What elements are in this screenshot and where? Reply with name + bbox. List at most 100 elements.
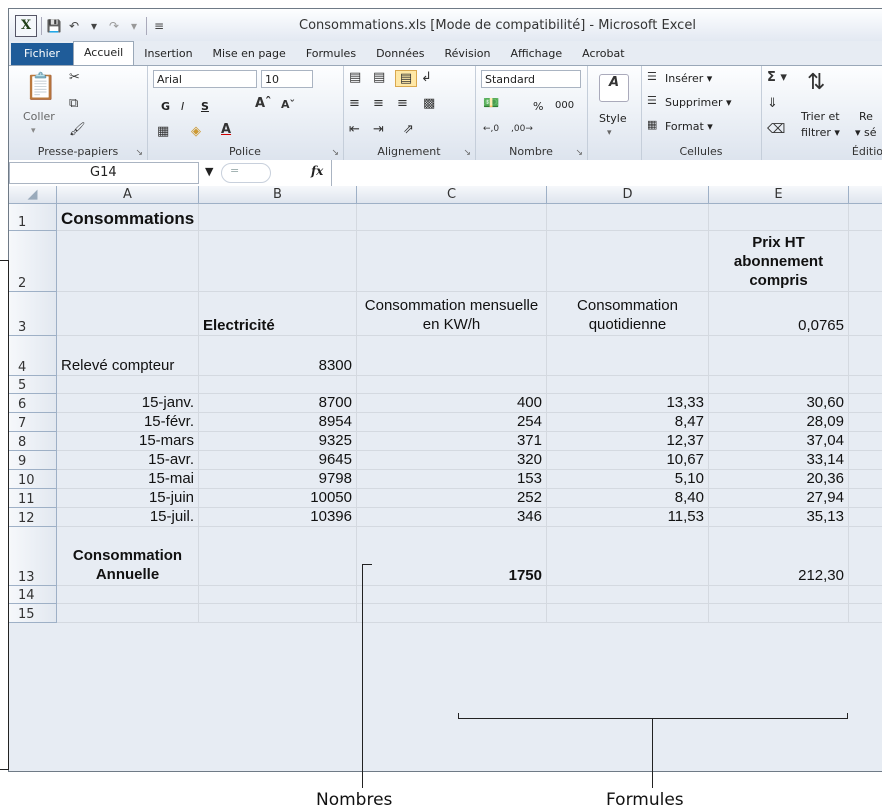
cell-d12[interactable]: 11,53 bbox=[547, 508, 709, 527]
font-color-icon[interactable]: A bbox=[221, 122, 231, 137]
dialog-launcher-icon[interactable]: ↘ bbox=[463, 148, 471, 158]
cell-d10[interactable]: 5,10 bbox=[547, 470, 709, 489]
cell-c6[interactable]: 400 bbox=[357, 394, 547, 413]
cell-c9[interactable]: 320 bbox=[357, 451, 547, 470]
cell-a12[interactable]: 15-juil. bbox=[57, 508, 199, 527]
cell-c12[interactable]: 346 bbox=[357, 508, 547, 527]
borders-icon[interactable]: ▦ bbox=[157, 124, 169, 139]
insert-button[interactable]: Insérer ▾ bbox=[665, 72, 712, 85]
cell-c3[interactable]: Consommation mensuelle en KW/h bbox=[357, 292, 547, 336]
row-header-15[interactable]: 15 bbox=[9, 604, 57, 623]
cell-d13[interactable] bbox=[547, 527, 709, 586]
cell-a3[interactable] bbox=[57, 292, 199, 336]
clear-icon[interactable]: ⌫ bbox=[767, 122, 785, 137]
row-header-13[interactable]: 13 bbox=[9, 527, 57, 586]
cell-b15[interactable] bbox=[199, 604, 357, 623]
delete-button[interactable]: Supprimer ▾ bbox=[665, 96, 732, 109]
decrease-decimal-icon[interactable]: ,00→ bbox=[511, 124, 533, 134]
fill-color-icon[interactable]: ◈ bbox=[191, 124, 201, 139]
dialog-launcher-icon[interactable]: ↘ bbox=[135, 148, 143, 158]
cell-e10[interactable]: 20,36 bbox=[709, 470, 849, 489]
undo-icon[interactable]: ↶ bbox=[66, 17, 82, 35]
cell-b1[interactable] bbox=[199, 204, 357, 231]
row-header-11[interactable]: 11 bbox=[9, 489, 57, 508]
dialog-launcher-icon[interactable]: ↘ bbox=[331, 148, 339, 158]
paste-button[interactable]: Coller bbox=[23, 110, 55, 123]
row-header-4[interactable]: 4 bbox=[9, 336, 57, 376]
insert-cells-icon[interactable]: ☰ bbox=[647, 70, 657, 83]
underline-button[interactable]: S bbox=[201, 100, 209, 113]
cell-c10[interactable]: 153 bbox=[357, 470, 547, 489]
dropdown-arrow-icon[interactable]: ▾ bbox=[607, 128, 612, 138]
cell-f13[interactable] bbox=[849, 527, 882, 586]
cell-c8[interactable]: 371 bbox=[357, 432, 547, 451]
cell-d7[interactable]: 8,47 bbox=[547, 413, 709, 432]
align-middle-icon[interactable]: ▤ bbox=[373, 70, 385, 85]
delete-cells-icon[interactable]: ☰ bbox=[647, 94, 657, 107]
cell-f3[interactable] bbox=[849, 292, 882, 336]
align-left-icon[interactable]: ≡ bbox=[349, 96, 360, 111]
row-header-14[interactable]: 14 bbox=[9, 586, 57, 604]
cell-b9[interactable]: 9645 bbox=[199, 451, 357, 470]
cell-f15[interactable] bbox=[849, 604, 882, 623]
cell-c7[interactable]: 254 bbox=[357, 413, 547, 432]
accounting-format-icon[interactable]: 💵 bbox=[483, 96, 499, 111]
cell-e4[interactable] bbox=[709, 336, 849, 376]
excel-app-icon[interactable]: X bbox=[15, 15, 37, 37]
cell-f7[interactable] bbox=[849, 413, 882, 432]
name-box[interactable]: G14 bbox=[9, 162, 199, 184]
cell-e1[interactable] bbox=[709, 204, 849, 231]
cell-e8[interactable]: 37,04 bbox=[709, 432, 849, 451]
tab-affichage[interactable]: Affichage bbox=[500, 43, 572, 65]
cell-b6[interactable]: 8700 bbox=[199, 394, 357, 413]
sort-filter-button[interactable]: Trier et bbox=[801, 110, 840, 123]
cell-b13[interactable] bbox=[199, 527, 357, 586]
column-header-b[interactable]: B bbox=[199, 186, 357, 204]
tab-acrobat[interactable]: Acrobat bbox=[572, 43, 634, 65]
cell-a5[interactable] bbox=[57, 376, 199, 394]
font-size-select[interactable]: 10 bbox=[261, 70, 313, 88]
column-header-d[interactable]: D bbox=[547, 186, 709, 204]
cell-e7[interactable]: 28,09 bbox=[709, 413, 849, 432]
tab-accueil[interactable]: Accueil bbox=[72, 41, 135, 65]
row-header-10[interactable]: 10 bbox=[9, 470, 57, 489]
redo-icon[interactable]: ↷ bbox=[106, 17, 122, 35]
cell-e9[interactable]: 33,14 bbox=[709, 451, 849, 470]
cell-f1[interactable] bbox=[849, 204, 882, 231]
cell-d3[interactable]: Consommation quotidienne bbox=[547, 292, 709, 336]
column-header-e[interactable]: E bbox=[709, 186, 849, 204]
cut-icon[interactable]: ✂ bbox=[69, 70, 80, 85]
cell-b3[interactable]: Electricité bbox=[199, 292, 357, 336]
cell-e12[interactable]: 35,13 bbox=[709, 508, 849, 527]
cell-d14[interactable] bbox=[547, 586, 709, 604]
cell-e11[interactable]: 27,94 bbox=[709, 489, 849, 508]
align-right-icon[interactable]: ≡ bbox=[397, 96, 408, 111]
insert-function-button[interactable]: fx bbox=[311, 164, 323, 178]
cell-d15[interactable] bbox=[547, 604, 709, 623]
cell-d11[interactable]: 8,40 bbox=[547, 489, 709, 508]
cell-c1[interactable] bbox=[357, 204, 547, 231]
italic-button[interactable]: I bbox=[181, 100, 184, 113]
percent-button[interactable]: % bbox=[533, 100, 543, 113]
row-header-12[interactable]: 12 bbox=[9, 508, 57, 527]
tab-formules[interactable]: Formules bbox=[296, 43, 366, 65]
row-header-8[interactable]: 8 bbox=[9, 432, 57, 451]
cell-e2[interactable]: Prix HT abonnement compris bbox=[709, 231, 849, 292]
cell-f5[interactable] bbox=[849, 376, 882, 394]
font-name-select[interactable]: Arial bbox=[153, 70, 257, 88]
number-format-select[interactable]: Standard bbox=[481, 70, 581, 88]
filter-label[interactable]: filtrer ▾ bbox=[801, 126, 840, 139]
formula-input[interactable] bbox=[333, 162, 882, 184]
cell-e5[interactable] bbox=[709, 376, 849, 394]
bold-button[interactable]: G bbox=[161, 100, 170, 113]
row-header-3[interactable]: 3 bbox=[9, 292, 57, 336]
autosum-icon[interactable]: Σ ▾ bbox=[767, 70, 787, 85]
wrap-text-icon[interactable]: ↲ bbox=[421, 70, 432, 85]
cell-a9[interactable]: 15-avr. bbox=[57, 451, 199, 470]
cell-b4[interactable]: 8300 bbox=[199, 336, 357, 376]
cell-e15[interactable] bbox=[709, 604, 849, 623]
find-select-label[interactable]: ▾ sé bbox=[855, 126, 877, 139]
customize-toolbar-icon[interactable]: ≡ bbox=[151, 17, 167, 35]
cell-b7[interactable]: 8954 bbox=[199, 413, 357, 432]
cell-b2[interactable] bbox=[199, 231, 357, 292]
